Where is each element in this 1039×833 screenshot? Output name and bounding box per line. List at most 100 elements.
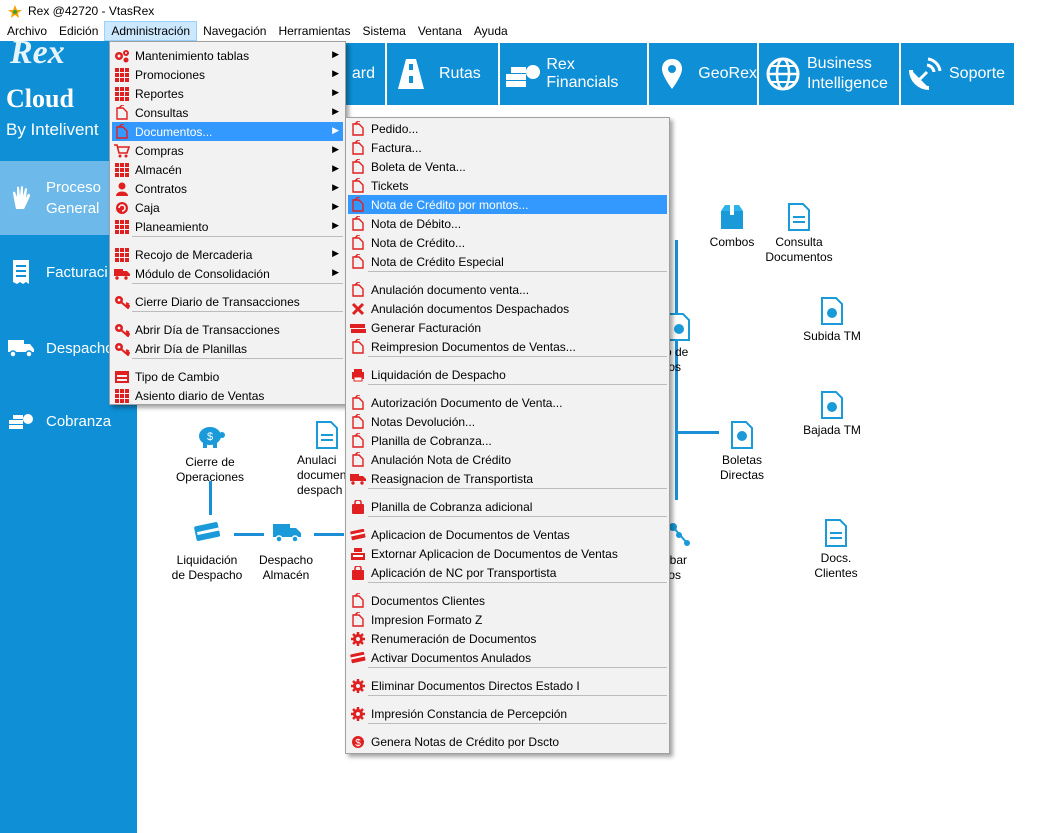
submenu-item-anulacion-documento-venta[interactable]: Anulación documento venta... — [348, 280, 667, 299]
nav-tile-label: GeoRex — [698, 65, 757, 82]
submenu-item-boleta-de-venta[interactable]: Boleta de Venta... — [348, 157, 667, 176]
node-boletas-directas[interactable]: Boletas Directas — [705, 421, 779, 483]
menu-navegacion[interactable]: Navegación — [197, 21, 272, 41]
menu-item-consultas[interactable]: Consultas ▶ — [112, 103, 343, 122]
submenu-item-generar-facturacion[interactable]: Generar Facturación — [348, 318, 667, 337]
menu-administracion[interactable]: Administración — [104, 21, 198, 41]
grid-icon — [113, 162, 131, 178]
nav-tile-rutas[interactable]: Rutas — [387, 43, 498, 105]
sidebar-item-label: Facturaci — [46, 263, 108, 281]
menu-item-abrir-dia-de-transacciones[interactable]: Abrir Día de Transacciones — [112, 320, 343, 339]
submenu-item-reasignacion-de-transportista[interactable]: Reasignacion de Transportista — [348, 469, 667, 488]
share-icon — [667, 521, 695, 549]
menu-sistema[interactable]: Sistema — [356, 21, 411, 41]
grid-icon — [113, 247, 131, 263]
node-liquidacion-despacho[interactable]: Liquidación de Despacho — [167, 521, 247, 583]
node-docs-clientes[interactable]: Docs. Clientes — [797, 519, 875, 581]
node-combos[interactable]: Combos — [697, 203, 767, 250]
node-cierre-operaciones[interactable]: $ Cierre de Operaciones — [167, 423, 253, 485]
submenu-item-anulacion-nota-de-credito[interactable]: Anulación Nota de Crédito — [348, 450, 667, 469]
submenu-item-pedido[interactable]: Pedido... — [348, 119, 667, 138]
menu-item-caja[interactable]: Caja ▶ — [112, 198, 343, 217]
submenu-item-planilla-de-cobranza[interactable]: Planilla de Cobranza... — [348, 431, 667, 450]
menu-item-abrir-dia-de-planillas[interactable]: Abrir Día de Planillas — [112, 339, 343, 358]
menu-item-promociones[interactable]: Promociones ▶ — [112, 65, 343, 84]
document-download-icon — [818, 391, 846, 419]
menu-item-label: Eliminar Documentos Directos Estado I — [371, 678, 580, 693]
menu-item-label: Mantenimiento tablas — [135, 48, 250, 63]
menu-item-reportes[interactable]: Reportes ▶ — [112, 84, 343, 103]
menu-item-asiento-diario-de-ventas[interactable]: Asiento diario de Ventas — [112, 386, 343, 405]
submenu-item-extornar-aplicacion-de-documentos-de-ventas[interactable]: Extornar Aplicacion de Documentos de Ven… — [348, 544, 667, 563]
menu-item-planeamiento[interactable]: Planeamiento ▶ — [112, 217, 343, 236]
submenu-item-nota-de-debito[interactable]: Nota de Débito... — [348, 214, 667, 233]
nav-tile-rex-financials[interactable]: Rex Financials — [500, 43, 647, 105]
nav-tile-soporte[interactable]: Soporte — [901, 43, 1014, 105]
truck-icon — [272, 521, 301, 549]
menu-item-label: Planilla de Cobranza... — [371, 433, 492, 448]
person-icon — [113, 181, 131, 197]
document-icon — [349, 121, 367, 137]
sidebar-item-cobranza[interactable]: Cobranza — [0, 404, 137, 438]
menu-item-label: Tipo de Cambio — [135, 369, 220, 384]
nav-tile-label: Soporte — [949, 65, 1006, 82]
submenu-item-renumeracion-de-documentos[interactable]: Renumeración de Documentos — [348, 629, 667, 648]
menu-herramientas[interactable]: Herramientas — [272, 21, 356, 41]
node-despacho-almacen[interactable]: Despacho Almacén — [251, 521, 321, 583]
menu-separator — [132, 283, 343, 284]
submenu-item-activar-documentos-anulados[interactable]: Activar Documentos Anulados — [348, 648, 667, 667]
node-consulta-documentos[interactable]: Consulta Documentos — [759, 203, 839, 265]
menu-item-almacen[interactable]: Almacén ▶ — [112, 160, 343, 179]
submenu-item-documentos-clientes[interactable]: Documentos Clientes — [348, 591, 667, 610]
submenu-item-tickets[interactable]: Tickets — [348, 176, 667, 195]
menu-item-label: Consultas — [135, 105, 189, 120]
submenu-item-anulacion-documentos-despachados[interactable]: Anulación documentos Despachados — [348, 299, 667, 318]
menu-item-modulo-de-consolidacion[interactable]: Módulo de Consolidación ▶ — [112, 264, 343, 283]
grid-icon — [113, 86, 131, 102]
menu-item-label: Anulación documentos Despachados — [371, 301, 570, 316]
menu-item-label: Nota de Crédito por montos... — [371, 197, 529, 212]
cart-icon — [113, 143, 131, 159]
submenu-arrow-icon: ▶ — [332, 49, 339, 59]
submenu-item-aplicacion-de-nc-por-transportista[interactable]: Aplicación de NC por Transportista — [348, 563, 667, 582]
submenu-arrow-icon: ▶ — [332, 68, 339, 78]
menu-item-tipo-de-cambio[interactable]: Tipo de Cambio — [112, 367, 343, 386]
document-icon — [728, 421, 756, 449]
submenu-item-reimpresion-documentos-de-ventas[interactable]: Reimpresion Documentos de Ventas... — [348, 337, 667, 356]
submenu-item-notas-devolucion[interactable]: Notas Devolución... — [348, 412, 667, 431]
menu-item-recojo-de-mercaderia[interactable]: Recojo de Mercaderia ▶ — [112, 245, 343, 264]
menu-item-documentos[interactable]: Documentos... ▶ — [112, 122, 343, 141]
submenu-item-liquidacion-de-despacho[interactable]: Liquidación de Despacho — [348, 365, 667, 384]
submenu-item-eliminar-documentos-directos-estado-i[interactable]: Eliminar Documentos Directos Estado I — [348, 676, 667, 695]
node-subida-tm[interactable]: Subida TM — [792, 297, 872, 344]
submenu-item-nota-de-credito-por-montos[interactable]: Nota de Crédito por montos... — [348, 195, 667, 214]
menu-item-cierre-diario-de-transacciones[interactable]: Cierre Diario de Transacciones — [112, 292, 343, 311]
node-bajada-tm[interactable]: Bajada TM — [792, 391, 872, 438]
document-icon — [349, 282, 367, 298]
submenu-item-impresion-formato-z[interactable]: Impresion Formato Z — [348, 610, 667, 629]
nav-tile-business-intelligence[interactable]: Business Intelligence — [759, 43, 899, 105]
box-icon — [718, 203, 746, 231]
menu-item-label: Caja — [135, 200, 160, 215]
document-icon — [349, 216, 367, 232]
menu-separator — [368, 516, 667, 517]
menu-item-mantenimiento-tablas[interactable]: Mantenimiento tablas ▶ — [112, 46, 343, 65]
menu-item-compras[interactable]: Compras ▶ — [112, 141, 343, 160]
submenu-item-genera-notas-de-credito-por-dscto[interactable]: $ Genera Notas de Crédito por Dscto — [348, 732, 667, 751]
menu-ventana[interactable]: Ventana — [412, 21, 468, 41]
submenu-item-nota-de-credito-especial[interactable]: Nota de Crédito Especial — [348, 252, 667, 271]
submenu-item-aplicacion-de-documentos-de-ventas[interactable]: Aplicacion de Documentos de Ventas — [348, 525, 667, 544]
document-icon — [113, 105, 131, 121]
submenu-item-planilla-de-cobranza-adicional[interactable]: Planilla de Cobranza adicional — [348, 497, 667, 516]
submenu-item-autorizacion-documento-de-venta[interactable]: Autorización Documento de Venta... — [348, 393, 667, 412]
submenu-item-factura[interactable]: Factura... — [348, 138, 667, 157]
document-icon — [315, 421, 343, 449]
nav-tile-georex[interactable]: GeoRex — [649, 43, 757, 105]
menu-item-contratos[interactable]: Contratos ▶ — [112, 179, 343, 198]
menu-ayuda[interactable]: Ayuda — [468, 21, 514, 41]
submenu-item-impresion-constancia-de-percepcion[interactable]: Impresión Constancia de Percepción — [348, 704, 667, 723]
submenu-item-nota-de-credito[interactable]: Nota de Crédito... — [348, 233, 667, 252]
road-icon — [391, 54, 431, 94]
menu-item-label: Nota de Crédito... — [371, 235, 466, 250]
cog-icon — [349, 678, 367, 694]
